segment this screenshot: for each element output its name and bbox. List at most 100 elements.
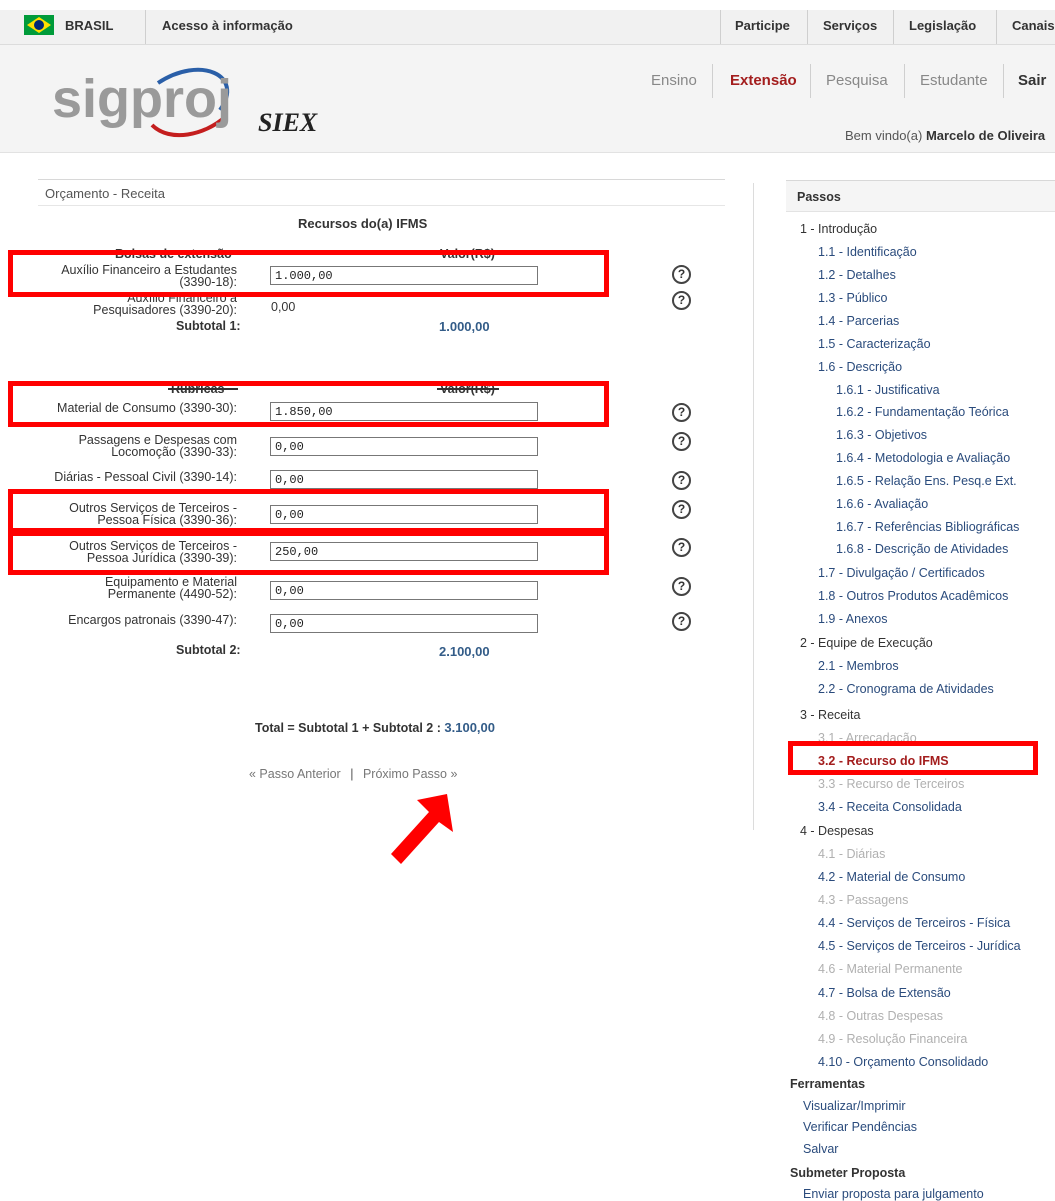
siex-logo-text: SIEX bbox=[258, 108, 318, 137]
divider bbox=[38, 205, 725, 206]
sidebar-item: 4.1 - Diárias bbox=[818, 847, 886, 861]
sidebar-item: 4.6 - Material Permanente bbox=[818, 962, 963, 976]
nav-ensino[interactable]: Ensino bbox=[651, 72, 697, 89]
sidebar-item[interactable]: 3.4 - Receita Consolidada bbox=[818, 800, 962, 814]
servicos-link[interactable]: Serviços bbox=[823, 18, 877, 33]
equipamento-input[interactable] bbox=[270, 581, 538, 600]
prev-step-link[interactable]: « Passo Anterior bbox=[249, 767, 341, 781]
sidebar-item: 3.3 - Recurso de Terceiros bbox=[818, 777, 965, 791]
sidebar-item[interactable]: 1.6 - Descrição bbox=[818, 360, 902, 374]
help-icon[interactable]: ? bbox=[672, 500, 691, 519]
help-icon[interactable]: ? bbox=[672, 432, 691, 451]
sidebar-item[interactable]: 1.6.1 - Justificativa bbox=[836, 383, 940, 397]
participe-link[interactable]: Participe bbox=[735, 18, 790, 33]
logo-text: sigproj bbox=[52, 69, 232, 129]
canais-link[interactable]: Canais bbox=[1012, 18, 1055, 33]
subtotal1-label: Subtotal 1: bbox=[176, 319, 241, 333]
sidebar-item[interactable]: 4.10 - Orçamento Consolidado bbox=[818, 1055, 988, 1069]
user-name: Marcelo de Oliveira bbox=[925, 128, 1046, 143]
sidebar-item[interactable]: 1.6.7 - Referências Bibliográficas bbox=[836, 520, 1019, 534]
divider bbox=[807, 10, 808, 44]
help-icon[interactable]: ? bbox=[672, 538, 691, 557]
sidebar-item[interactable]: 1.2 - Detalhes bbox=[818, 268, 896, 282]
sidebar-item: 4.9 - Resolução Financeira bbox=[818, 1032, 968, 1046]
sidebar-item[interactable]: 1.6.5 - Relação Ens. Pesq.e Ext. bbox=[836, 474, 1017, 488]
divider bbox=[996, 10, 997, 44]
sidebar-item[interactable]: 4.7 - Bolsa de Extensão bbox=[818, 986, 951, 1000]
total-line: Total = Subtotal 1 + Subtotal 2 : 3.100,… bbox=[255, 720, 495, 735]
auxilio-pesquisadores-value: 0,00 bbox=[271, 300, 296, 314]
diarias-input[interactable] bbox=[270, 470, 538, 489]
subtotal2-label: Subtotal 2: bbox=[176, 643, 241, 657]
highlight-box bbox=[8, 531, 609, 575]
sidebar-item[interactable]: 4.2 - Material de Consumo bbox=[818, 870, 965, 884]
brasil-link[interactable]: BRASIL bbox=[65, 18, 113, 33]
sidebar-item[interactable]: 2.1 - Membros bbox=[818, 659, 899, 673]
help-icon[interactable]: ? bbox=[672, 577, 691, 596]
next-step-link[interactable]: Próximo Passo » bbox=[363, 767, 457, 781]
field-label: Encargos patronais (3390-47): bbox=[68, 613, 237, 627]
sidebar-item[interactable]: 4.5 - Serviços de Terceiros - Jurídica bbox=[818, 939, 1021, 953]
sidebar-item[interactable]: 1.6.6 - Avaliação bbox=[836, 497, 928, 511]
submit-link[interactable]: Enviar proposta para julgamento bbox=[803, 1187, 984, 1201]
sidebar-item: 2 - Equipe de Execução bbox=[800, 636, 933, 650]
help-icon[interactable]: ? bbox=[672, 403, 691, 422]
sidebar-item[interactable]: 1.6.3 - Objetivos bbox=[836, 428, 927, 442]
submit-title: Submeter Proposta bbox=[790, 1166, 906, 1180]
sidebar-item[interactable]: 1.3 - Público bbox=[818, 291, 887, 305]
sidebar-item[interactable]: 1.9 - Anexos bbox=[818, 612, 888, 626]
sidebar-item[interactable]: 1.7 - Divulgação / Certificados bbox=[818, 566, 985, 580]
help-icon[interactable]: ? bbox=[672, 291, 691, 310]
welcome-message: Bem vindo(a) Marcelo de Oliveira bbox=[845, 128, 1046, 143]
sigproj-logo[interactable]: sigproj SIEX bbox=[40, 55, 340, 145]
divider bbox=[145, 10, 146, 44]
legislacao-link[interactable]: Legislação bbox=[909, 18, 976, 33]
red-arrow-annotation bbox=[391, 794, 453, 864]
total-value: 3.100,00 bbox=[444, 720, 495, 735]
field-label: Equipamento e Material Permanente (4490-… bbox=[104, 575, 237, 601]
help-icon[interactable]: ? bbox=[672, 471, 691, 490]
divider bbox=[1003, 64, 1004, 98]
sidebar-item: 4 - Despesas bbox=[800, 824, 874, 838]
tool-salvar[interactable]: Salvar bbox=[803, 1142, 838, 1156]
help-icon[interactable]: ? bbox=[672, 265, 691, 284]
acesso-informacao-link[interactable]: Acesso à informação bbox=[162, 18, 293, 33]
divider bbox=[720, 10, 721, 44]
divider bbox=[38, 179, 725, 180]
sidebar-item[interactable]: 1.8 - Outros Produtos Acadêmicos bbox=[818, 589, 1008, 603]
nav-pesquisa[interactable]: Pesquisa bbox=[826, 72, 888, 89]
sidebar-item[interactable]: 1.6.8 - Descrição de Atividades bbox=[836, 542, 1008, 556]
help-icon[interactable]: ? bbox=[672, 612, 691, 631]
highlight-box bbox=[788, 741, 1038, 775]
divider bbox=[712, 64, 713, 98]
sidebar-item[interactable]: 1.6.2 - Fundamentação Teórica bbox=[836, 405, 1009, 419]
total-label: Total = Subtotal 1 + Subtotal 2 : bbox=[255, 721, 441, 735]
sidebar-item: 1 - Introdução bbox=[800, 222, 878, 236]
nav-extensao[interactable]: Extensão bbox=[730, 72, 797, 89]
sidebar-item[interactable]: 2.2 - Cronograma de Atividades bbox=[818, 682, 994, 696]
sidebar-item: 4.8 - Outras Despesas bbox=[818, 1009, 944, 1023]
sidebar-item[interactable]: 1.5 - Caracterização bbox=[818, 337, 931, 351]
government-bar bbox=[0, 10, 1055, 45]
sidebar-item: 3 - Receita bbox=[800, 708, 861, 722]
brazil-flag-icon[interactable] bbox=[24, 15, 54, 35]
highlight-box bbox=[8, 489, 609, 533]
sidebar-title: Passos bbox=[797, 190, 841, 204]
nav-estudante[interactable]: Estudante bbox=[920, 72, 988, 89]
tools-title: Ferramentas bbox=[790, 1077, 866, 1091]
nav-sair[interactable]: Sair bbox=[1018, 72, 1046, 89]
sidebar-item[interactable]: 1.6.4 - Metodologia e Avaliação bbox=[836, 451, 1010, 465]
encargos-input[interactable] bbox=[270, 614, 538, 633]
sidebar-item[interactable]: 4.4 - Serviços de Terceiros - Física bbox=[818, 916, 1010, 930]
tool-verificar[interactable]: Verificar Pendências bbox=[803, 1120, 917, 1134]
divider bbox=[810, 64, 811, 98]
subtotal2-value: 2.100,00 bbox=[439, 644, 490, 659]
passagens-input[interactable] bbox=[270, 437, 538, 456]
highlight-box bbox=[8, 250, 609, 297]
sidebar-item[interactable]: 1.4 - Parcerias bbox=[818, 314, 899, 328]
step-navigation: « Passo Anterior | Próximo Passo » bbox=[249, 767, 457, 781]
sidebar-item[interactable]: 1.1 - Identificação bbox=[818, 245, 917, 259]
resources-title: Recursos do(a) IFMS bbox=[298, 216, 428, 231]
divider bbox=[904, 64, 905, 98]
tool-visualizar[interactable]: Visualizar/Imprimir bbox=[803, 1099, 906, 1113]
